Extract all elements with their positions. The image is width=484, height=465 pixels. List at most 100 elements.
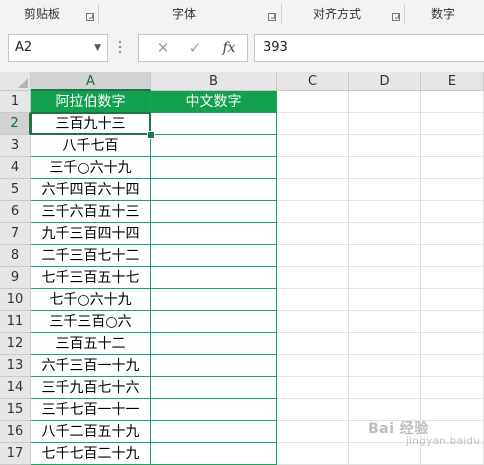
alignment-launcher-icon[interactable] [392,13,400,21]
cell-c6[interactable] [277,201,349,223]
column-header-e[interactable]: E [421,72,484,91]
ribbon-group-font[interactable]: 字体 [99,0,269,28]
chevron-down-icon[interactable]: ▼ [94,35,101,61]
column-header-c[interactable]: C [277,72,349,91]
row-header-5[interactable]: 5 [0,179,31,201]
cell-b4[interactable] [151,157,277,179]
cell-e6[interactable] [421,201,484,223]
cell-a6[interactable]: 三千六百五十三 [31,201,151,223]
cell-e14[interactable] [421,377,484,399]
cell-a10[interactable]: 七千○六十九 [31,289,151,311]
row-header-3[interactable]: 3 [0,135,31,157]
cell-b8[interactable] [151,245,277,267]
cell-a4[interactable]: 三千○六十九 [31,157,151,179]
cell-c1[interactable] [277,91,349,113]
cell-a5[interactable]: 六千四百六十四 [31,179,151,201]
cell-c10[interactable] [277,289,349,311]
row-header-14[interactable]: 14 [0,377,31,399]
cell-e3[interactable] [421,135,484,157]
ribbon-group-clipboard[interactable]: 剪贴板 [0,0,84,28]
cell-e10[interactable] [421,289,484,311]
cell-e8[interactable] [421,245,484,267]
row-header-1[interactable]: 1 [0,91,31,113]
cell-e11[interactable] [421,311,484,333]
cell-a2[interactable]: 三百九十三 [31,113,151,135]
cell-d6[interactable] [349,201,421,223]
row-header-7[interactable]: 7 [0,223,31,245]
cell-d14[interactable] [349,377,421,399]
cell-c7[interactable] [277,223,349,245]
cell-b15[interactable] [151,399,277,421]
insert-function-icon[interactable]: fx [215,35,243,61]
cell-d2[interactable] [349,113,421,135]
cell-b13[interactable] [151,355,277,377]
row-header-12[interactable]: 12 [0,333,31,355]
cell-a12[interactable]: 三百五十二 [31,333,151,355]
row-header-16[interactable]: 16 [0,421,31,443]
cell-c4[interactable] [277,157,349,179]
cell-e9[interactable] [421,267,484,289]
cell-c16[interactable] [277,421,349,443]
cell-d9[interactable] [349,267,421,289]
cell-e13[interactable] [421,355,484,377]
header-cell-a[interactable]: 阿拉伯数字 [31,91,151,113]
cell-d11[interactable] [349,311,421,333]
cell-c5[interactable] [277,179,349,201]
cell-c2[interactable] [277,113,349,135]
column-header-a[interactable]: A [31,72,151,91]
font-launcher-icon[interactable] [268,13,276,21]
cell-a17[interactable]: 七千七百二十九 [31,443,151,465]
cell-a11[interactable]: 三千三百○六 [31,311,151,333]
cell-c3[interactable] [277,135,349,157]
cell-e1[interactable] [421,91,484,113]
cell-a9[interactable]: 七千三百五十七 [31,267,151,289]
check-icon[interactable]: ✓ [181,35,209,61]
cell-b3[interactable] [151,135,277,157]
cell-b7[interactable] [151,223,277,245]
row-header-9[interactable]: 9 [0,267,31,289]
select-all-corner[interactable] [0,72,31,91]
cell-b2[interactable] [151,113,277,135]
row-header-6[interactable]: 6 [0,201,31,223]
fill-handle[interactable] [147,131,155,139]
row-header-8[interactable]: 8 [0,245,31,267]
header-cell-b[interactable]: 中文数字 [151,91,277,113]
ribbon-group-alignment[interactable]: 对齐方式 [282,0,392,28]
cell-d10[interactable] [349,289,421,311]
row-header-4[interactable]: 4 [0,157,31,179]
cell-b17[interactable] [151,443,277,465]
row-header-15[interactable]: 15 [0,399,31,421]
cell-b16[interactable] [151,421,277,443]
clipboard-launcher-icon[interactable] [86,13,94,21]
row-header-10[interactable]: 10 [0,289,31,311]
cell-d13[interactable] [349,355,421,377]
cell-a16[interactable]: 八千二百五十九 [31,421,151,443]
column-header-d[interactable]: D [349,72,421,91]
cell-a3[interactable]: 八千七百 [31,135,151,157]
cell-b5[interactable] [151,179,277,201]
row-header-13[interactable]: 13 [0,355,31,377]
name-box[interactable]: A2 ▼ [8,34,108,62]
cell-c12[interactable] [277,333,349,355]
cell-b9[interactable] [151,267,277,289]
cell-e4[interactable] [421,157,484,179]
cell-c9[interactable] [277,267,349,289]
cell-a14[interactable]: 三千九百七十六 [31,377,151,399]
cell-c14[interactable] [277,377,349,399]
cell-d4[interactable] [349,157,421,179]
cell-b12[interactable] [151,333,277,355]
row-header-11[interactable]: 11 [0,311,31,333]
cell-b6[interactable] [151,201,277,223]
row-header-17[interactable]: 17 [0,443,31,465]
formula-input[interactable]: 393 [254,34,484,62]
cell-a13[interactable]: 六千三百一十九 [31,355,151,377]
cell-d12[interactable] [349,333,421,355]
cell-c8[interactable] [277,245,349,267]
cell-c17[interactable] [277,443,349,465]
cell-b11[interactable] [151,311,277,333]
cell-e5[interactable] [421,179,484,201]
cell-b10[interactable] [151,289,277,311]
vertical-dots-icon[interactable] [118,40,122,54]
cell-e2[interactable] [421,113,484,135]
cell-b14[interactable] [151,377,277,399]
